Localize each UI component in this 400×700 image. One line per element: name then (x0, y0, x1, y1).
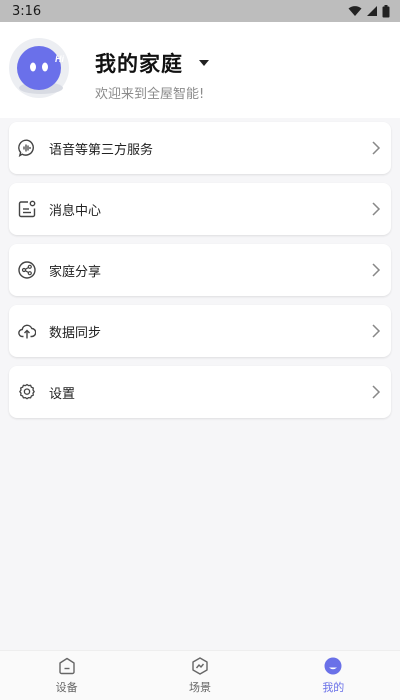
status-bar: 3:16 (0, 0, 400, 22)
chevron-right-icon (372, 385, 381, 399)
menu-item-message-center[interactable]: 消息中心 (9, 183, 391, 235)
nav-label: 场景 (188, 680, 211, 694)
status-icons (348, 4, 390, 18)
menu-item-settings[interactable]: 设置 (9, 366, 391, 418)
avatar-robot-icon: Hi (9, 38, 69, 98)
menu-label: 消息中心 (49, 203, 102, 219)
menu-item-data-sync[interactable]: 数据同步 (9, 305, 391, 357)
wifi-icon (348, 6, 362, 16)
menu-item-home-share[interactable]: 家庭分享 (9, 244, 391, 296)
profile-icon (324, 657, 342, 674)
chevron-right-icon (372, 202, 381, 216)
nav-devices[interactable]: 设备 (27, 657, 107, 695)
scene-icon (192, 656, 208, 675)
home-icon (58, 657, 75, 674)
message-icon (18, 200, 36, 218)
nav-label: 我的 (322, 680, 345, 694)
signal-icon (367, 6, 377, 16)
menu-label: 家庭分享 (49, 264, 102, 280)
home-selector[interactable]: 我的家庭 (95, 48, 209, 78)
menu-label: 数据同步 (49, 325, 102, 341)
chevron-right-icon (372, 324, 381, 338)
menu-label: 设置 (49, 386, 76, 402)
caret-down-icon (199, 60, 209, 66)
home-title: 我的家庭 (95, 52, 183, 76)
menu-item-voice-services[interactable]: 语音等第三方服务 (9, 122, 391, 174)
status-time: 3:16 (12, 3, 42, 19)
menu-list: 语音等第三方服务 消息中心 家庭分享 数据同步 设置 (9, 122, 391, 427)
menu-label: 语音等第三方服务 (49, 142, 154, 158)
settings-gear-icon (19, 383, 35, 400)
chevron-right-icon (372, 141, 381, 155)
cloud-upload-icon (18, 324, 36, 339)
nav-scenes[interactable]: 场景 (160, 656, 240, 695)
chevron-right-icon (372, 263, 381, 277)
share-icon (18, 261, 36, 279)
avatar[interactable]: Hi (9, 38, 69, 98)
voice-service-icon (18, 139, 34, 157)
welcome-text: 欢迎来到全屋智能! (95, 87, 205, 102)
nav-label: 设备 (55, 680, 78, 694)
profile-header: Hi 我的家庭 欢迎来到全屋智能! (0, 22, 400, 118)
svg-text:Hi: Hi (55, 54, 64, 64)
nav-mine[interactable]: 我的 (293, 657, 373, 695)
bottom-nav: 设备 场景 我的 (0, 650, 400, 700)
battery-icon (382, 4, 390, 17)
